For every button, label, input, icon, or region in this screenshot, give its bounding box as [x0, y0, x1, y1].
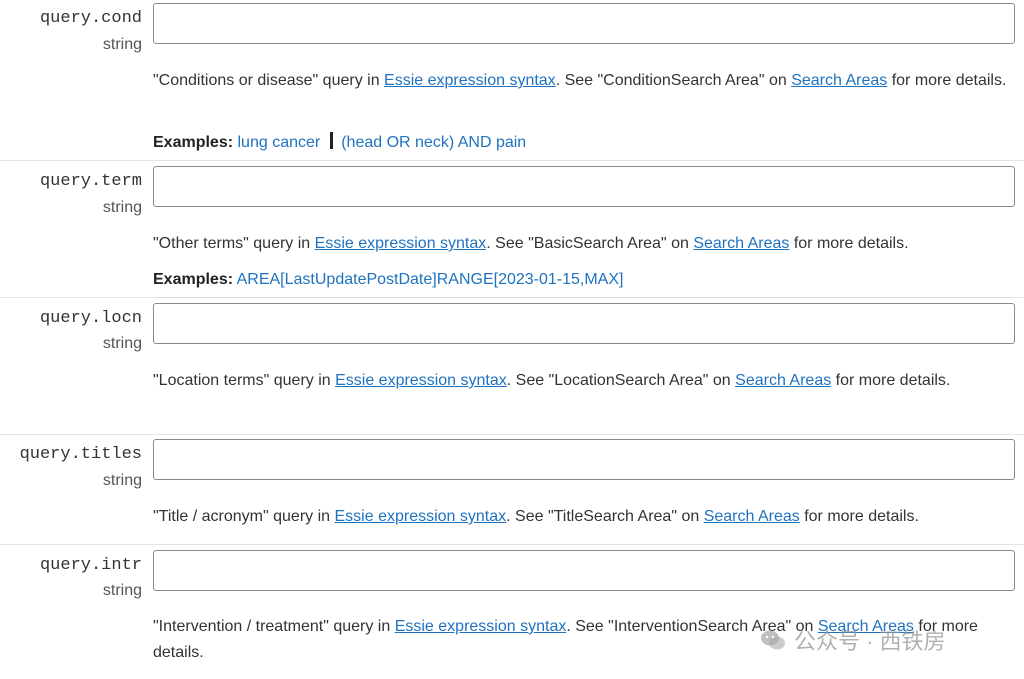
examples-line: Examples: lung cancer (head OR neck) AND …: [153, 132, 1015, 154]
desc-text: . See "TitleSearch Area" on: [506, 508, 704, 525]
desc-text: for more details.: [831, 372, 951, 389]
row-divider: [0, 544, 1024, 545]
desc-text: . See "BasicSearch Area" on: [486, 235, 694, 252]
desc-text: "Other terms" query in: [153, 235, 315, 252]
desc-text: "Location terms" query in: [153, 372, 336, 389]
example-separator: [330, 132, 334, 149]
essie-syntax-link[interactable]: Essie expression syntax: [315, 235, 487, 252]
query-titles-input[interactable]: [153, 439, 1015, 480]
example-link[interactable]: AREA[LastUpdatePostDate]RANGE[2023-01-15…: [237, 271, 624, 288]
examples-label: Examples:: [153, 134, 234, 151]
search-areas-link[interactable]: Search Areas: [791, 72, 887, 89]
desc-text: "Intervention / treatment" query in: [153, 618, 395, 635]
param-type: string: [102, 335, 142, 352]
desc-text: . See "ConditionSearch Area" on: [555, 72, 792, 89]
search-areas-link[interactable]: Search Areas: [735, 372, 831, 389]
example-link[interactable]: lung cancer: [238, 134, 321, 151]
param-description: "Location terms" query in Essie expressi…: [153, 368, 1015, 394]
search-areas-link[interactable]: Search Areas: [693, 235, 789, 252]
param-type: string: [102, 199, 142, 216]
query-intr-input[interactable]: [153, 550, 1015, 591]
param-name: query.locn: [39, 309, 142, 328]
desc-text: "Conditions or disease" query in: [153, 72, 385, 89]
param-description: "Conditions or disease" query in Essie e…: [153, 68, 1015, 94]
examples-label: Examples:: [153, 271, 234, 288]
row-divider: [0, 160, 1024, 161]
param-description: "Intervention / treatment" query in Essi…: [153, 614, 1015, 666]
query-cond-input[interactable]: [153, 3, 1015, 44]
desc-text: . See "InterventionSearch Area" on: [566, 618, 818, 635]
row-divider: [0, 297, 1024, 298]
desc-text: . See "LocationSearch Area" on: [506, 372, 736, 389]
example-link[interactable]: (head OR neck) AND pain: [341, 134, 526, 151]
row-divider: [0, 434, 1024, 435]
search-areas-link[interactable]: Search Areas: [704, 508, 800, 525]
desc-text: for more details.: [887, 72, 1007, 89]
essie-syntax-link[interactable]: Essie expression syntax: [335, 508, 507, 525]
desc-text: "Title / acronym" query in: [153, 508, 335, 525]
query-term-input[interactable]: [153, 166, 1015, 207]
desc-text: for more details.: [789, 235, 909, 252]
param-type: string: [102, 582, 142, 599]
param-type: string: [102, 36, 142, 53]
desc-text: for more details.: [799, 508, 919, 525]
param-description: "Other terms" query in Essie expression …: [153, 231, 1015, 257]
query-locn-input[interactable]: [153, 303, 1015, 344]
param-type: string: [102, 472, 142, 489]
essie-syntax-link[interactable]: Essie expression syntax: [395, 618, 567, 635]
param-name: query.titles: [19, 445, 142, 464]
essie-syntax-link[interactable]: Essie expression syntax: [335, 372, 507, 389]
param-name: query.intr: [39, 556, 142, 575]
examples-line: Examples: AREA[LastUpdatePostDate]RANGE[…: [153, 269, 1015, 291]
param-name: query.term: [39, 172, 142, 191]
param-description: "Title / acronym" query in Essie express…: [153, 504, 1015, 530]
search-areas-link[interactable]: Search Areas: [818, 618, 914, 635]
essie-syntax-link[interactable]: Essie expression syntax: [384, 72, 556, 89]
param-name: query.cond: [39, 9, 142, 28]
